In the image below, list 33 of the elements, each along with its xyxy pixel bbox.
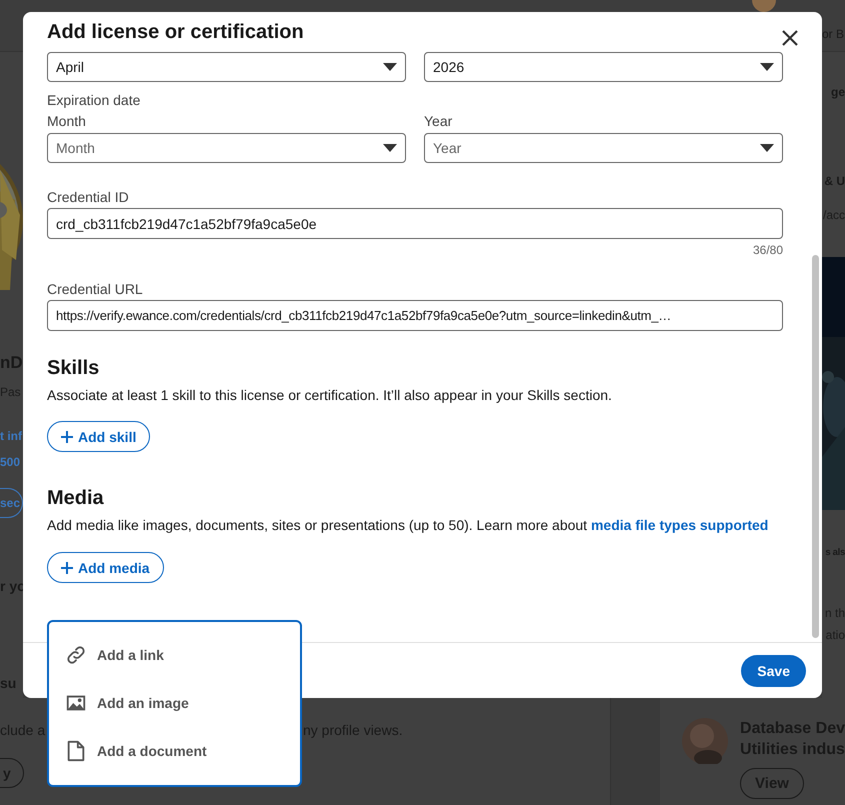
menu-item[interactable]: Add an image	[49, 679, 300, 727]
caret-icon	[383, 63, 397, 71]
plus-icon	[60, 560, 74, 574]
select-field[interactable]: Year	[424, 133, 783, 163]
select-field[interactable]: 2026	[424, 52, 783, 82]
field-label: Expiration date	[47, 91, 142, 109]
credential-url-field[interactable]: https://verify.ewance.com/credentials/crd_cb311fcb219d47c1a52bf79fa9ca5e0e?utm_source=linkedin&utm_…	[47, 300, 783, 331]
scrollbar[interactable]	[812, 255, 819, 638]
menu-item[interactable]: Add a document	[49, 727, 300, 775]
caret-icon	[760, 144, 774, 152]
caret-icon	[760, 63, 774, 71]
section-description: Add media like images, documents, sites or presentations (up to 50). Learn more about media file types supported	[47, 516, 770, 535]
caret-icon	[383, 144, 397, 152]
menu-item[interactable]: Add a link	[49, 631, 300, 679]
help-link[interactable]: media file types supported	[590, 517, 768, 533]
field-label: Credential URL	[47, 280, 144, 298]
field-label: Year	[424, 112, 454, 130]
field-label: Month	[47, 112, 87, 130]
section-heading: Media	[47, 486, 105, 511]
section-description: Associate at least 1 skill to this license or certification. It’ll also appear in your Skills section.	[47, 386, 613, 405]
section-heading: Skills	[47, 356, 100, 381]
save-button[interactable]: Save	[741, 654, 806, 686]
character-counter: 36/80	[752, 242, 783, 258]
add-media-button[interactable]: Add media	[47, 552, 164, 583]
field-label: Credential ID	[47, 188, 130, 206]
select-field[interactable]: April	[47, 52, 406, 82]
plus-icon	[60, 430, 74, 444]
link-icon	[65, 644, 87, 666]
document-icon	[65, 740, 87, 762]
add-skill-button[interactable]: Add skill	[47, 421, 150, 452]
dialog-title: Add license or certification	[47, 20, 304, 44]
credential-id-field[interactable]: crd_cb311fcb219d47c1a52bf79fa9ca5e0e	[47, 208, 783, 239]
select-field[interactable]: Month	[47, 133, 406, 163]
